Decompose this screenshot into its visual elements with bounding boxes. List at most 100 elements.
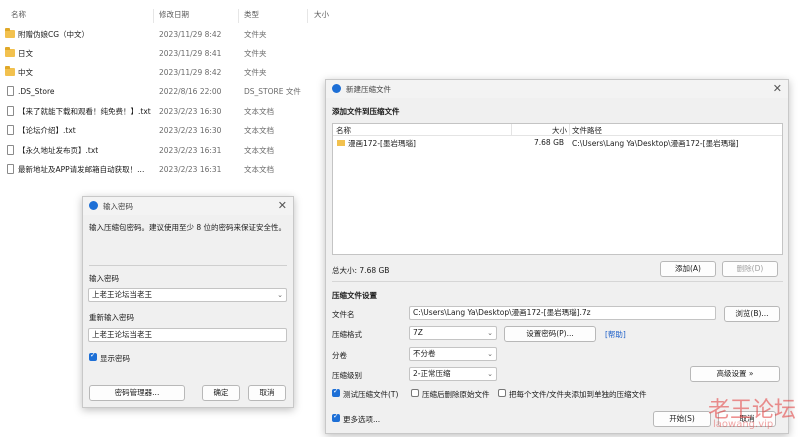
file-row[interactable]: 日文 2023/11/29 8:41 文件夹	[0, 44, 330, 63]
chevron-down-icon[interactable]: ⌄	[487, 368, 493, 380]
file-date: 2023/2/23 16:30	[159, 107, 222, 116]
set-password-button[interactable]: 设置密码(P)...	[504, 326, 596, 342]
divider	[89, 265, 287, 266]
format-select[interactable]: 7Z ⌄	[409, 326, 497, 340]
level-value: 2-正常压缩	[413, 369, 451, 378]
file-name: 最新地址及APP请发邮箱自动获取！...	[18, 165, 145, 174]
column-path[interactable]: 文件路径	[572, 125, 602, 136]
add-button[interactable]: 添加(A)	[660, 261, 716, 277]
column-divider[interactable]	[238, 9, 239, 23]
app-icon	[89, 201, 98, 210]
chevron-down-icon[interactable]: ⌄	[487, 348, 493, 360]
dialog-titlebar[interactable]: 新建压缩文件 ✕	[326, 80, 788, 98]
level-label: 压缩级别	[332, 371, 362, 380]
file-icon	[7, 125, 14, 135]
column-divider[interactable]	[307, 9, 308, 23]
delete-button[interactable]: 删除(D)	[722, 261, 778, 277]
file-icon	[7, 106, 14, 116]
file-type: 文本文档	[244, 165, 274, 174]
format-label: 压缩格式	[332, 330, 362, 339]
separate-archives-checkbox[interactable]	[498, 389, 506, 397]
archive-list-header: 名称 大小 文件路径	[333, 124, 782, 136]
archive-settings-section-title: 压缩文件设置	[332, 291, 377, 300]
delete-original-checkbox[interactable]	[411, 389, 419, 397]
file-type: 文件夹	[244, 49, 267, 58]
column-divider[interactable]	[511, 124, 512, 135]
file-row[interactable]: 【永久地址发布页】.txt 2023/2/23 16:31 文本文档	[0, 141, 330, 160]
split-label: 分卷	[332, 351, 347, 360]
chevron-down-icon[interactable]: ⌄	[277, 289, 283, 301]
folder-icon	[337, 140, 345, 146]
archive-file-list[interactable]: 名称 大小 文件路径 漫画172-[墨岩瑪瑙] 7.68 GB C:\Users…	[332, 123, 783, 255]
filename-input[interactable]: C:\Users\Lang Ya\Desktop\漫画172-[墨岩瑪瑙].7z	[409, 306, 716, 320]
password-dialog: 输入密码 ✕ 输入压缩包密码。建议使用至少 8 位的密码来保证安全性。 输入密码…	[82, 196, 294, 408]
show-password-label: 显示密码	[100, 354, 130, 363]
dialog-title: 新建压缩文件	[346, 85, 391, 94]
column-name[interactable]: 名称	[336, 125, 351, 136]
file-name: 中文	[18, 68, 33, 77]
file-date: 2023/2/23 16:30	[159, 126, 222, 135]
close-icon[interactable]: ✕	[278, 199, 287, 212]
file-date: 2023/11/29 8:42	[159, 30, 222, 39]
archive-file-name: 漫画172-[墨岩瑪瑙]	[348, 139, 416, 148]
file-row[interactable]: 【论坛介绍】.txt 2023/2/23 16:30 文本文档	[0, 121, 330, 140]
file-row[interactable]: 【来了就能下载和观看！纯免费！】.txt 2023/2/23 16:30 文本文…	[0, 102, 330, 121]
file-row[interactable]: .DS_Store 2022/8/16 22:00 DS_STORE 文件	[0, 82, 330, 101]
password-value: 上老王论坛当老王	[92, 290, 152, 299]
test-archive-checkbox[interactable]	[332, 387, 340, 397]
column-size[interactable]: 大小	[314, 9, 329, 20]
more-options-label[interactable]: 更多选项...	[343, 414, 380, 425]
column-divider[interactable]	[569, 124, 570, 135]
column-type[interactable]: 类型	[244, 9, 259, 20]
archive-file-path: C:\Users\Lang Ya\Desktop\漫画172-[墨岩瑪瑙]	[572, 139, 739, 148]
dialog-title: 输入密码	[103, 202, 133, 211]
file-icon	[7, 86, 14, 96]
close-icon[interactable]: ✕	[773, 82, 782, 95]
file-date: 2022/8/16 22:00	[159, 87, 222, 96]
column-name[interactable]: 名称	[11, 9, 26, 20]
file-name: 【来了就能下载和观看！纯免费！】.txt	[18, 107, 151, 116]
dialog-description: 输入压缩包密码。建议使用至少 8 位的密码来保证安全性。	[89, 223, 287, 232]
help-link[interactable]: [帮助]	[605, 329, 626, 340]
more-options-checkbox[interactable]	[332, 412, 340, 422]
total-size-label: 总大小: 7.68 GB	[332, 266, 390, 275]
file-name: 日文	[18, 49, 33, 58]
advanced-settings-button[interactable]: 高级设置 »	[690, 366, 780, 382]
divider	[332, 281, 783, 282]
file-type: 文件夹	[244, 30, 267, 39]
archive-list-row[interactable]: 漫画172-[墨岩瑪瑙] 7.68 GB C:\Users\Lang Ya\De…	[333, 137, 782, 149]
column-size[interactable]: 大小	[552, 125, 567, 136]
file-name: .DS_Store	[18, 87, 55, 96]
format-value: 7Z	[413, 328, 423, 337]
dialog-titlebar[interactable]: 输入密码 ✕	[83, 197, 293, 215]
watermark-subtext: laowang.vip	[713, 419, 774, 430]
password-manager-button[interactable]: 密码管理器...	[89, 385, 185, 401]
file-type: 文本文档	[244, 107, 274, 116]
filename-label: 文件名	[332, 310, 355, 319]
file-icon	[7, 145, 14, 155]
column-divider[interactable]	[153, 9, 154, 23]
start-button[interactable]: 开始(S)	[653, 411, 711, 427]
file-date: 2023/2/23 16:31	[159, 165, 222, 174]
file-row[interactable]: 附赠伪娘CG（中文） 2023/11/29 8:42 文件夹	[0, 25, 330, 44]
column-date[interactable]: 修改日期	[159, 9, 189, 20]
delete-original-label: 压缩后删除原始文件	[422, 390, 490, 399]
enter-password-label: 输入密码	[89, 274, 119, 283]
browse-button[interactable]: 浏览(B)...	[724, 306, 780, 322]
reenter-password-input[interactable]: 上老王论坛当老王	[88, 328, 287, 342]
show-password-checkbox[interactable]	[89, 351, 97, 361]
password-input[interactable]: 上老王论坛当老王 ⌄	[88, 288, 287, 302]
cancel-button[interactable]: 取消	[248, 385, 286, 401]
chevron-down-icon[interactable]: ⌄	[487, 327, 493, 339]
level-select[interactable]: 2-正常压缩 ⌄	[409, 367, 497, 381]
file-row[interactable]: 最新地址及APP请发邮箱自动获取！... 2023/2/23 16:31 文本文…	[0, 160, 330, 179]
file-date: 2023/11/29 8:41	[159, 49, 222, 58]
folder-icon	[5, 28, 15, 38]
file-type: 文件夹	[244, 68, 267, 77]
file-row[interactable]: 中文 2023/11/29 8:42 文件夹	[0, 63, 330, 82]
test-archive-label: 测试压缩文件(T)	[343, 390, 399, 399]
new-archive-dialog: 新建压缩文件 ✕ 添加文件到压缩文件 名称 大小 文件路径 漫画172-[墨岩瑪…	[325, 79, 789, 434]
file-date: 2023/2/23 16:31	[159, 146, 222, 155]
split-select[interactable]: 不分卷 ⌄	[409, 347, 497, 361]
ok-button[interactable]: 确定	[202, 385, 240, 401]
